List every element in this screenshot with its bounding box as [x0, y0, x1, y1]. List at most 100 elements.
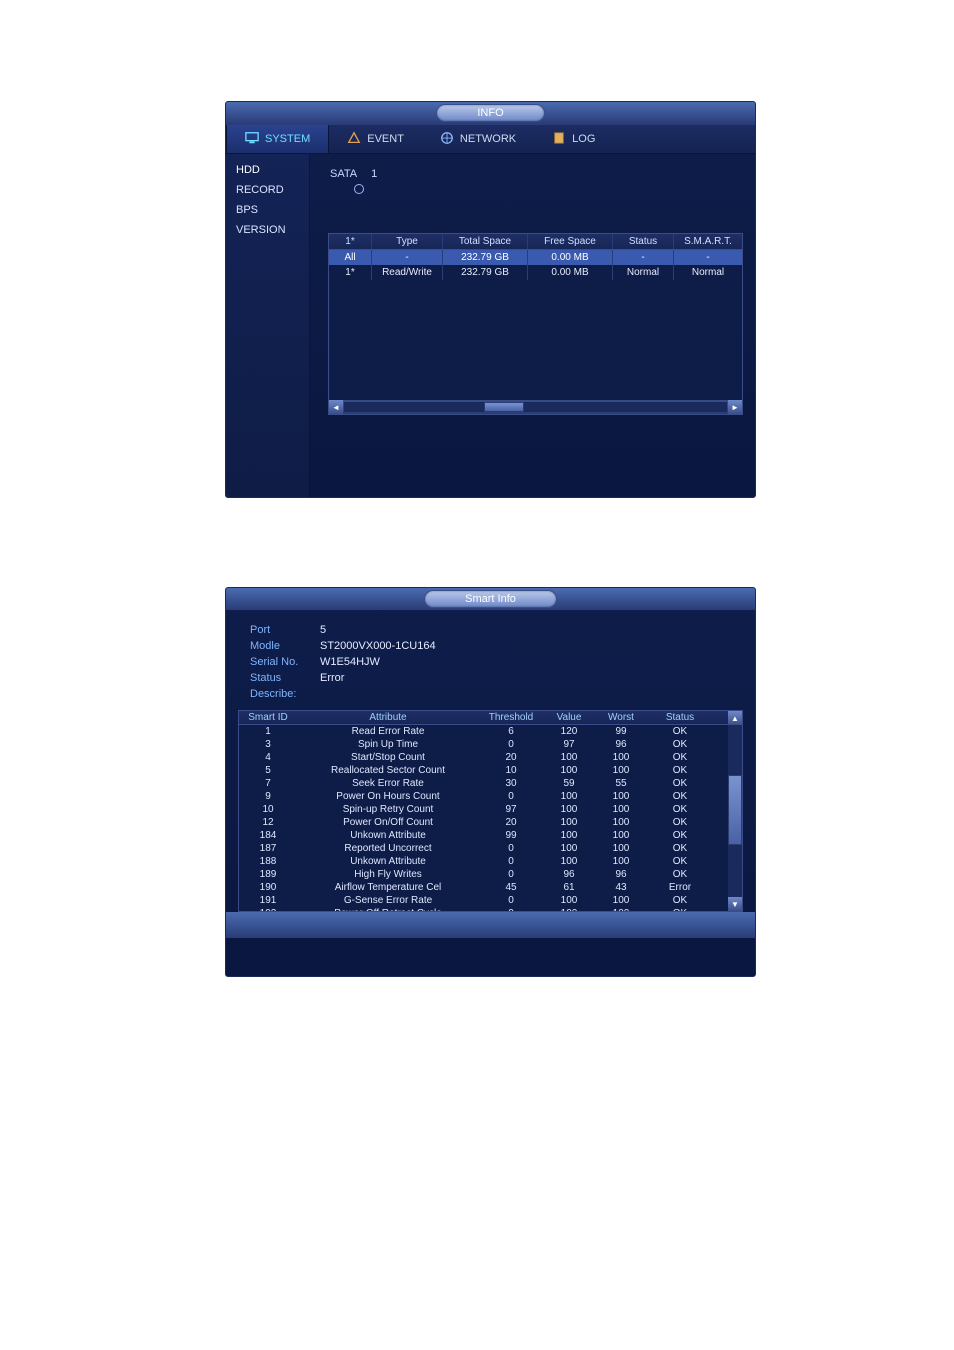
table-cell: 100: [543, 764, 595, 777]
table-cell: Normal: [613, 265, 674, 280]
table-cell: All: [329, 250, 372, 265]
col-smart-id[interactable]: Smart ID: [239, 711, 297, 724]
table-row[interactable]: 9Power On Hours Count0100100OK: [239, 790, 728, 803]
sidebar-item-bps[interactable]: BPS: [226, 200, 309, 220]
table-cell: Read/Write: [372, 265, 443, 280]
table-row[interactable]: 187Reported Uncorrect0100100OK: [239, 842, 728, 855]
table-cell: Reallocated Sector Count: [297, 764, 479, 777]
table-row[interactable]: All-232.79 GB0.00 MB--: [329, 250, 742, 265]
tab-event[interactable]: EVENT: [329, 125, 422, 153]
sidebar-item-version[interactable]: VERSION: [226, 220, 309, 240]
table-cell: 100: [595, 907, 647, 911]
describe-label: Describe:: [250, 688, 320, 700]
sidebar-item-record[interactable]: RECORD: [226, 180, 309, 200]
tab-system[interactable]: SYSTEM: [226, 125, 329, 153]
table-row[interactable]: 192Power-Off Retract Cycle0100100OK: [239, 907, 728, 911]
table-cell: 120: [543, 725, 595, 738]
sidebar: HDD RECORD BPS VERSION: [226, 154, 310, 498]
table-cell: 100: [543, 816, 595, 829]
vertical-scrollbar[interactable]: ▲ ▼: [728, 711, 742, 911]
table-cell: 191: [239, 894, 297, 907]
tab-label: NETWORK: [460, 133, 516, 145]
table-cell: 100: [543, 803, 595, 816]
info-panel: INFO SYSTEM EVENT NETWORK LOG HDD RECORD…: [225, 101, 756, 498]
table-cell: 0: [479, 790, 543, 803]
scroll-track[interactable]: [728, 725, 742, 897]
table-cell: 96: [543, 868, 595, 881]
table-cell: OK: [647, 803, 713, 816]
table-row[interactable]: 191G-Sense Error Rate0100100OK: [239, 894, 728, 907]
panel-title: INFO: [436, 104, 544, 122]
col-worst[interactable]: Worst: [595, 711, 647, 724]
table-cell: OK: [647, 842, 713, 855]
col-type[interactable]: Type: [372, 234, 443, 249]
col-smart[interactable]: S.M.A.R.T.: [674, 234, 742, 249]
col-status[interactable]: Status: [647, 711, 713, 724]
col-total-space[interactable]: Total Space: [443, 234, 528, 249]
serial-value: W1E54HJW: [320, 656, 380, 668]
table-cell: Normal: [674, 265, 742, 280]
smart-table: Smart ID Attribute Threshold Value Worst…: [238, 710, 743, 912]
table-cell: 7: [239, 777, 297, 790]
table-cell: 100: [595, 803, 647, 816]
table-cell: 0: [479, 868, 543, 881]
table-row[interactable]: 12Power On/Off Count20100100OK: [239, 816, 728, 829]
table-cell: 43: [595, 881, 647, 894]
col-free-space[interactable]: Free Space: [528, 234, 613, 249]
table-cell: 10: [479, 764, 543, 777]
col-value[interactable]: Value: [543, 711, 595, 724]
titlebar: Smart Info: [226, 588, 755, 610]
sidebar-item-hdd[interactable]: HDD: [226, 160, 309, 180]
table-cell: 100: [595, 829, 647, 842]
table-cell: OK: [647, 868, 713, 881]
table-cell: OK: [647, 855, 713, 868]
table-row[interactable]: 10Spin-up Retry Count97100100OK: [239, 803, 728, 816]
table-row[interactable]: 1*Read/Write232.79 GB0.00 MBNormalNormal: [329, 265, 742, 280]
model-value: ST2000VX000-1CU164: [320, 640, 436, 652]
col-index[interactable]: 1*: [329, 234, 372, 249]
table-cell: 0: [479, 894, 543, 907]
table-row[interactable]: 5Reallocated Sector Count10100100OK: [239, 764, 728, 777]
scroll-thumb[interactable]: [728, 775, 742, 845]
horizontal-scrollbar[interactable]: ◄ ►: [329, 400, 742, 414]
table-cell: OK: [647, 894, 713, 907]
table-cell: 96: [595, 738, 647, 751]
table-cell: Unkown Attribute: [297, 855, 479, 868]
scroll-left-button[interactable]: ◄: [329, 400, 343, 414]
scroll-up-button[interactable]: ▲: [728, 711, 742, 725]
table-row[interactable]: 189High Fly Writes09696OK: [239, 868, 728, 881]
table-row[interactable]: 190Airflow Temperature Cel456143Error: [239, 881, 728, 894]
scroll-down-button[interactable]: ▼: [728, 897, 742, 911]
table-cell: 184: [239, 829, 297, 842]
table-cell: 0: [479, 855, 543, 868]
table-row[interactable]: 3Spin Up Time09796OK: [239, 738, 728, 751]
table-row[interactable]: 188Unkown Attribute0100100OK: [239, 855, 728, 868]
table-cell: 96: [595, 868, 647, 881]
table-cell: OK: [647, 790, 713, 803]
table-row[interactable]: 7Seek Error Rate305955OK: [239, 777, 728, 790]
table-cell: 187: [239, 842, 297, 855]
scroll-track[interactable]: [344, 402, 727, 412]
tab-log[interactable]: LOG: [534, 125, 613, 153]
col-attribute[interactable]: Attribute: [297, 711, 479, 724]
table-row[interactable]: 1Read Error Rate612099OK: [239, 725, 728, 738]
table-cell: G-Sense Error Rate: [297, 894, 479, 907]
tab-network[interactable]: NETWORK: [422, 125, 534, 153]
table-row[interactable]: 4Start/Stop Count20100100OK: [239, 751, 728, 764]
port-value: 5: [320, 624, 326, 636]
col-threshold[interactable]: Threshold: [479, 711, 543, 724]
table-cell: 45: [479, 881, 543, 894]
titlebar: INFO: [226, 102, 755, 124]
table-cell: -: [372, 250, 443, 265]
table-cell: OK: [647, 764, 713, 777]
table-cell: -: [613, 250, 674, 265]
table-cell: 189: [239, 868, 297, 881]
scroll-right-button[interactable]: ►: [728, 400, 742, 414]
table-cell: 232.79 GB: [443, 250, 528, 265]
table-cell: 100: [595, 894, 647, 907]
sata-status-indicator-icon: [354, 184, 364, 194]
col-status[interactable]: Status: [613, 234, 674, 249]
scroll-thumb[interactable]: [484, 402, 524, 412]
table-row[interactable]: 184Unkown Attribute99100100OK: [239, 829, 728, 842]
tab-label: EVENT: [367, 133, 404, 145]
